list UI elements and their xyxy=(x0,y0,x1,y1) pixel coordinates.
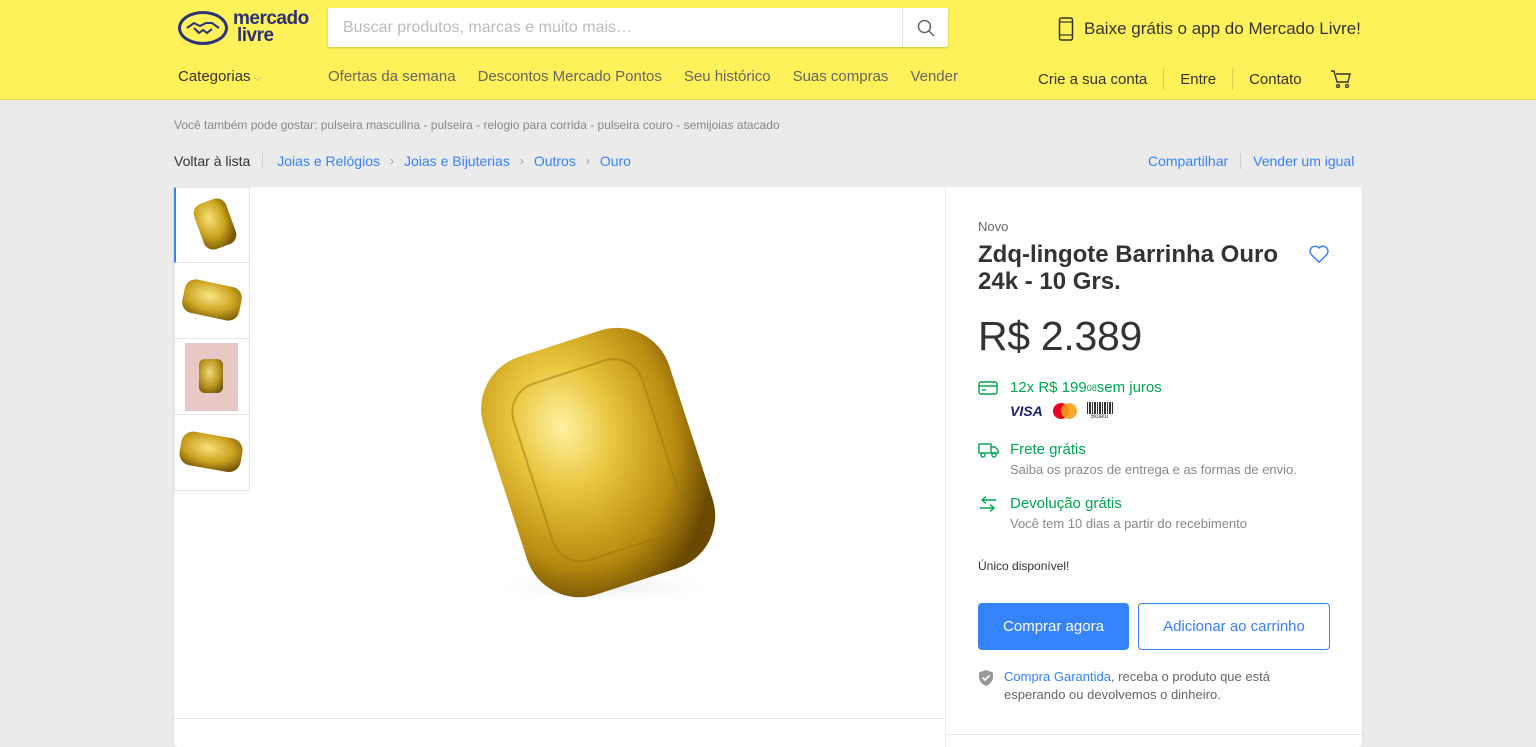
purchase-guarantee: Compra Garantida, receba o produto que e… xyxy=(978,668,1308,704)
mercado-livre-logo[interactable]: mercado livre xyxy=(178,8,318,48)
chevron-right-icon: › xyxy=(390,154,394,168)
breadcrumb-item-ouro[interactable]: Ouro xyxy=(600,153,631,169)
mastercard-logo xyxy=(1052,403,1077,419)
create-account-link[interactable]: Crie a sua conta xyxy=(1038,71,1147,88)
product-card: Novo Zdq-lingote Barrinha Ouro 24k - 10 … xyxy=(174,187,1362,747)
product-main-image[interactable] xyxy=(454,317,744,617)
nav-link-vender[interactable]: Vender xyxy=(910,68,958,85)
contact-link[interactable]: Contato xyxy=(1249,71,1302,88)
categories-menu[interactable]: Categorias ⌵ xyxy=(178,68,262,85)
credit-card-icon xyxy=(978,380,998,395)
shipping-info[interactable]: Frete grátis Saiba os prazos de entrega … xyxy=(978,441,1297,477)
app-promo-text: Baixe grátis o app do Mercado Livre! xyxy=(1084,19,1361,38)
product-title: Zdq-lingote Barrinha Ouro 24k - 10 Grs. xyxy=(978,241,1278,295)
shipping-subtitle: Saiba os prazos de entrega e as formas d… xyxy=(1010,462,1297,477)
installments: 12x R$ 199 08 sem juros xyxy=(978,379,1162,396)
return-title: Devolução grátis xyxy=(1010,495,1122,512)
share-actions: Compartilhar Vender um igual xyxy=(1148,153,1354,169)
thumbnail-2[interactable] xyxy=(174,263,250,339)
breadcrumb-item-joias-bijuterias[interactable]: Joias e Bijuterias xyxy=(404,153,510,169)
condition-label: Novo xyxy=(978,219,1009,234)
related-searches: Você também pode gostar: pulseira mascul… xyxy=(174,118,780,132)
guarantee-link[interactable]: Compra Garantida xyxy=(1004,669,1111,684)
visa-logo: VISA xyxy=(1010,403,1043,419)
boleto-logo: Boleto xyxy=(1086,402,1113,420)
account-links: Crie a sua conta Entre Contato xyxy=(1038,68,1352,90)
return-subtitle: Você tem 10 dias a partir do recebimento xyxy=(1010,516,1248,531)
thumbnail-3[interactable] xyxy=(174,339,250,415)
stock-status: Único disponível! xyxy=(978,559,1070,573)
phone-icon xyxy=(1058,17,1074,41)
nav-links: Ofertas da semana Descontos Mercado Pont… xyxy=(328,68,958,85)
nav-link-descontos[interactable]: Descontos Mercado Pontos xyxy=(478,68,662,85)
share-link[interactable]: Compartilhar xyxy=(1148,153,1228,169)
nav-link-compras[interactable]: Suas compras xyxy=(793,68,889,85)
shield-icon xyxy=(979,670,993,686)
sell-similar-link[interactable]: Vender um igual xyxy=(1253,153,1354,169)
chevron-down-icon: ⌵ xyxy=(250,72,262,84)
shipping-title: Frete grátis xyxy=(1010,441,1086,458)
breadcrumb-item-outros[interactable]: Outros xyxy=(534,153,576,169)
nav-link-historico[interactable]: Seu histórico xyxy=(684,68,771,85)
thumbnail-list xyxy=(174,187,250,491)
search-icon xyxy=(917,19,935,37)
chevron-right-icon: › xyxy=(519,154,524,168)
return-arrow-icon xyxy=(980,496,996,512)
nav-bar: Categorias ⌵ Ofertas da semana Descontos… xyxy=(0,68,1536,92)
search-bar xyxy=(328,8,948,47)
truck-icon xyxy=(978,443,999,458)
product-price: R$ 2.389 xyxy=(978,313,1143,359)
thumbnail-4[interactable] xyxy=(174,415,250,491)
app-download-promo[interactable]: Baixe grátis o app do Mercado Livre! xyxy=(1058,17,1361,41)
back-to-list-link[interactable]: Voltar à lista xyxy=(174,153,250,169)
chevron-right-icon: › xyxy=(585,154,590,168)
logo-text: mercado livre xyxy=(233,8,309,46)
add-to-cart-button[interactable]: Adicionar ao carrinho xyxy=(1138,603,1330,650)
search-input[interactable] xyxy=(328,8,903,47)
heart-icon[interactable] xyxy=(1308,243,1330,265)
return-info[interactable]: Devolução grátis Você tem 10 dias a part… xyxy=(978,495,1247,531)
search-button[interactable] xyxy=(902,8,948,47)
header: mercado livre Baixe grátis o app do Merc… xyxy=(0,0,1536,100)
nav-link-ofertas[interactable]: Ofertas da semana xyxy=(328,68,456,85)
handshake-icon xyxy=(178,11,228,45)
thumbnail-1[interactable] xyxy=(174,187,250,263)
breadcrumb-item-joias-relogios[interactable]: Joias e Relógios xyxy=(277,153,380,169)
cart-icon[interactable] xyxy=(1330,69,1352,89)
breadcrumb: Voltar à lista Joias e Relógios › Joias … xyxy=(174,153,631,169)
buy-now-button[interactable]: Comprar agora xyxy=(978,603,1129,650)
payment-methods: VISA Boleto xyxy=(1010,402,1113,420)
login-link[interactable]: Entre xyxy=(1180,71,1216,88)
